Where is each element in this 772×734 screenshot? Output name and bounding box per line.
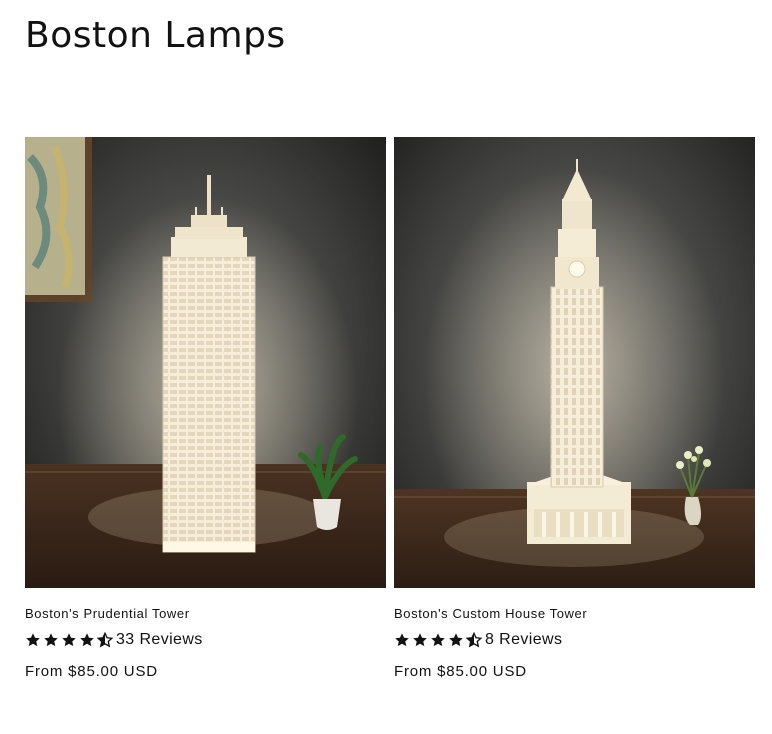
star-full-icon xyxy=(80,633,94,647)
product-rating: 8 Reviews xyxy=(394,630,755,650)
custom-house-tower-lamp-photo xyxy=(394,137,755,588)
product-title[interactable]: Boston's Custom House Tower xyxy=(394,604,755,624)
review-count[interactable]: 8 Reviews xyxy=(485,631,562,649)
product-price: From $85.00 USD xyxy=(394,663,527,680)
product-card-custom-house-tower[interactable]: Boston's Custom House Tower 8 Reviews Fr… xyxy=(394,137,755,682)
star-full-icon xyxy=(44,633,58,647)
product-rating: 33 Reviews xyxy=(25,630,386,650)
rating-stars xyxy=(25,632,113,648)
review-count[interactable]: 33 Reviews xyxy=(116,631,203,649)
product-grid: Boston's Prudential Tower 33 Reviews Fro… xyxy=(25,137,755,682)
product-card-prudential-tower[interactable]: Boston's Prudential Tower 33 Reviews Fro… xyxy=(25,137,386,682)
star-full-icon xyxy=(413,633,427,647)
star-full-icon xyxy=(26,633,40,647)
product-price: From $85.00 USD xyxy=(25,663,158,680)
star-half-icon xyxy=(97,632,113,648)
product-image-prudential-tower[interactable] xyxy=(25,137,386,588)
rating-stars xyxy=(394,632,482,648)
star-full-icon xyxy=(449,633,463,647)
star-half-icon xyxy=(466,632,482,648)
star-full-icon xyxy=(431,633,445,647)
star-full-icon xyxy=(62,633,76,647)
prudential-tower-lamp-photo xyxy=(25,137,386,588)
star-full-icon xyxy=(395,633,409,647)
product-image-custom-house-tower[interactable] xyxy=(394,137,755,588)
product-title[interactable]: Boston's Prudential Tower xyxy=(25,604,386,624)
page-title: Boston Lamps xyxy=(25,15,286,56)
